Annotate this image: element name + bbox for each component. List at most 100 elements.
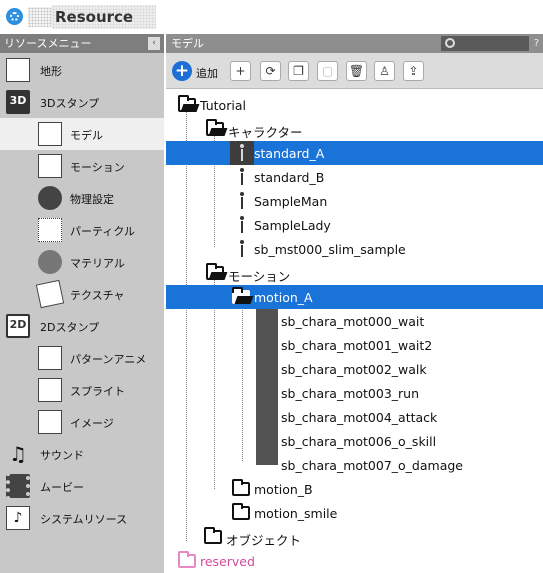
menu-item-label: パターンアニメ [70, 353, 147, 366]
tree-label: sb_chara_mot007_o_damage [281, 458, 463, 473]
tree-folder-motion[interactable]: モーション [166, 261, 543, 285]
tree-label: motion_smile [254, 506, 338, 521]
tree-label: モーション [228, 269, 291, 284]
model-thumbnail [230, 165, 254, 189]
app-title: Resource [55, 8, 134, 26]
tree-item-motion[interactable]: sb_chara_mot003_run [166, 381, 543, 405]
title-grip [28, 7, 52, 27]
tree-item-motion[interactable]: sb_chara_mot000_wait [166, 309, 543, 333]
menu-item-model[interactable]: モデル [0, 118, 164, 150]
delete-icon[interactable]: 🗑 [346, 61, 367, 81]
add-button-label[interactable]: 追加 [196, 65, 218, 81]
menu-item-label: マテリアル [70, 257, 125, 270]
tree-folder-reserved[interactable]: reserved [166, 549, 543, 573]
menu-item-pattern-anime[interactable]: パターンアニメ [0, 342, 164, 374]
menu-item-label: 3Dスタンプ [40, 97, 100, 110]
tree-item-motion[interactable]: sb_chara_mot006_o_skill [166, 429, 543, 453]
tree-item-motion[interactable]: sb_chara_mot007_o_damage [166, 453, 543, 477]
3d-stamp-icon: 3D [6, 90, 30, 114]
tree-folder-character[interactable]: キャラクター [166, 117, 543, 141]
tree-label: motion_B [254, 482, 313, 497]
tree-folder-tutorial[interactable]: Tutorial [166, 93, 543, 117]
tree-item-model[interactable]: SampleLady [166, 213, 543, 237]
menu-item-movie[interactable]: ムービー [0, 470, 164, 502]
folder-icon [178, 551, 196, 568]
folder-icon [232, 503, 250, 520]
model-thumbnail [230, 189, 254, 213]
model-panel-title: モデル [171, 37, 204, 50]
menu-item-sprite[interactable]: スプライト [0, 374, 164, 406]
menu-item-label: テクスチャ [70, 289, 125, 302]
menu-item-label: 物理設定 [70, 193, 114, 206]
model-thumbnail [230, 237, 254, 261]
tree-item-model[interactable]: sb_mst000_slim_sample [166, 237, 543, 261]
add-button[interactable]: + [172, 61, 192, 81]
collapse-panel-button[interactable]: ‹ [148, 37, 160, 50]
tree-folder-motion-b[interactable]: motion_B [166, 477, 543, 501]
stamp-icon[interactable]: ♙ [374, 61, 395, 81]
particle-icon [38, 218, 62, 242]
movie-icon [6, 474, 30, 498]
menu-item-particle[interactable]: パーティクル [0, 214, 164, 246]
tree-label: standard_B [254, 170, 325, 185]
tree-item-model[interactable]: standard_B [166, 165, 543, 189]
menu-item-3d-stamp[interactable]: 3D 3Dスタンプ [0, 86, 164, 118]
motion-icon [38, 154, 62, 178]
tree-item-model[interactable]: SampleMan [166, 189, 543, 213]
tree-label: キャラクター [228, 125, 303, 140]
tree-item-model[interactable]: standard_A [166, 141, 543, 165]
image-icon [38, 410, 62, 434]
menu-item-label: パーティクル [70, 225, 136, 238]
folder-icon [204, 527, 222, 544]
tree-label: sb_chara_mot001_wait2 [281, 338, 433, 353]
menu-item-system-resource[interactable]: ♪ システムリソース [0, 502, 164, 534]
tree-item-motion[interactable]: sb_chara_mot002_walk [166, 357, 543, 381]
model-icon [38, 122, 62, 146]
menu-item-label: モデル [70, 129, 103, 142]
folder-icon [232, 479, 250, 496]
menu-item-image[interactable]: イメージ [0, 406, 164, 438]
pattern-anime-icon [38, 346, 62, 370]
physics-icon [38, 186, 62, 210]
toolbar: + 追加 + ⟳ ❐ ▢ 🗑 ♙ ⇪ [166, 53, 543, 89]
tree-label: sb_mst000_slim_sample [254, 242, 406, 257]
menu-item-texture[interactable]: テクスチャ [0, 278, 164, 310]
menu-item-2d-stamp[interactable]: 2D 2Dスタンプ [0, 310, 164, 342]
paste-icon[interactable]: ▢ [317, 61, 338, 81]
export-icon[interactable]: ⇪ [403, 61, 424, 81]
tree-label: motion_A [254, 290, 313, 305]
2d-stamp-icon: 2D [6, 314, 30, 338]
menu-item-material[interactable]: マテリアル [0, 246, 164, 278]
menu-item-terrain[interactable]: 地形 [0, 54, 164, 86]
menu-item-label: 2Dスタンプ [40, 321, 100, 334]
tree-item-motion[interactable]: sb_chara_mot001_wait2 [166, 333, 543, 357]
menu-item-label: モーション [70, 161, 125, 174]
tree-folder-motion-smile[interactable]: motion_smile [166, 501, 543, 525]
search-input[interactable] [441, 36, 529, 51]
menu-item-sound[interactable]: ♫ サウンド [0, 438, 164, 470]
resource-menu-title: リソースメニュー [4, 37, 92, 50]
tree-label: sb_chara_mot002_walk [281, 362, 427, 377]
menu-item-label: ムービー [40, 481, 84, 494]
model-panel: モデル ? + 追加 + ⟳ ❐ ▢ 🗑 ♙ ⇪ Tutorial キャラクター [166, 34, 543, 573]
tree-item-motion[interactable]: sb_chara_mot004_attack [166, 405, 543, 429]
new-folder-icon[interactable]: + [230, 61, 251, 81]
tree-label: SampleMan [254, 194, 328, 209]
copy-icon[interactable]: ❐ [288, 61, 309, 81]
menu-item-label: スプライト [70, 385, 125, 398]
tree-folder-object[interactable]: オブジェクト [166, 525, 543, 549]
menu-item-motion[interactable]: モーション [0, 150, 164, 182]
resource-menu-header: リソースメニュー ‹ [0, 34, 164, 53]
sprite-icon [38, 378, 62, 402]
menu-item-physics[interactable]: 物理設定 [0, 182, 164, 214]
texture-icon [35, 279, 65, 309]
tree-label: standard_A [254, 146, 325, 161]
tree-label: sb_chara_mot000_wait [281, 314, 425, 329]
help-button[interactable]: ? [531, 36, 542, 51]
terrain-icon [6, 58, 30, 82]
tree-label: sb_chara_mot004_attack [281, 410, 438, 425]
folder-open-icon [206, 119, 224, 136]
refresh-icon[interactable]: ⟳ [260, 61, 281, 81]
folder-open-icon [178, 95, 196, 112]
tree-folder-motion-a[interactable]: motion_A [166, 285, 543, 309]
